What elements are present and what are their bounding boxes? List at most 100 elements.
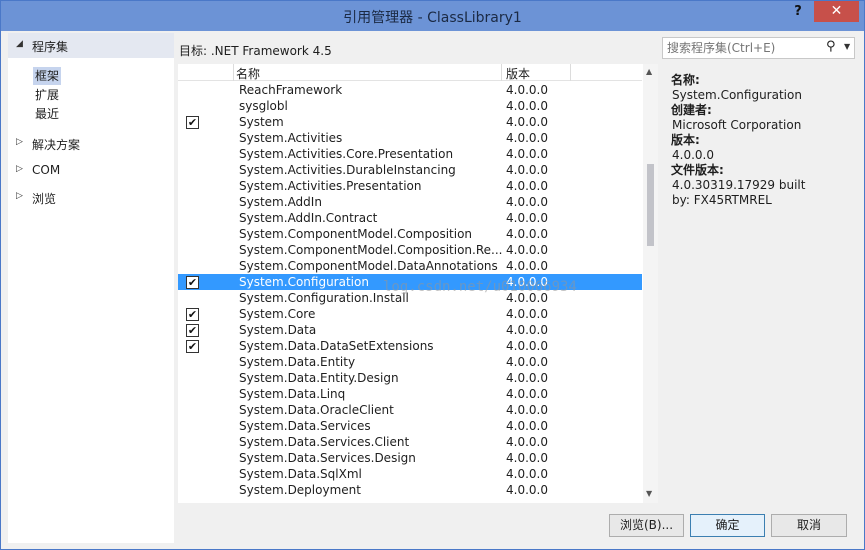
- table-row[interactable]: System.Data.Linq 4.0.0.0: [178, 386, 642, 402]
- assembly-version: 4.0.0.0: [506, 179, 548, 193]
- detail-creator-label: 创建者:: [671, 103, 712, 117]
- table-row[interactable]: System.ComponentModel.DataAnnotations 4.0…: [178, 258, 642, 274]
- assembly-version: 4.0.0.0: [506, 195, 548, 209]
- table-row[interactable]: System.Data.Services.Client 4.0.0.0: [178, 434, 642, 450]
- column-header-name[interactable]: 名称: [236, 65, 260, 82]
- assembly-name: System.Core: [239, 307, 316, 321]
- nav-item-label: 解决方案: [32, 138, 81, 152]
- assembly-version: 4.0.0.0: [506, 371, 548, 385]
- table-row[interactable]: System.Data.OracleClient 4.0.0.0: [178, 402, 642, 418]
- column-divider: [501, 64, 502, 81]
- checkbox[interactable]: ✔: [186, 340, 199, 353]
- assembly-version: 4.0.0.0: [506, 243, 548, 257]
- assembly-name: System.Data.Services: [239, 419, 371, 433]
- cancel-button[interactable]: 取消: [771, 514, 847, 537]
- assembly-version: 4.0.0.0: [506, 227, 548, 241]
- assembly-name: System.ComponentModel.Composition.Re...: [239, 243, 503, 257]
- nav-item-label: 程序集: [32, 40, 69, 54]
- table-row[interactable]: System.Data.SqlXml 4.0.0.0: [178, 466, 642, 482]
- column-header-version[interactable]: 版本: [506, 65, 530, 82]
- detail-version-value: 4.0.0.0: [672, 148, 714, 162]
- table-row[interactable]: System.Activities.Core.Presentation 4.0.0…: [178, 146, 642, 162]
- details-panel: 名称: System.Configuration 创建者: Microsoft …: [671, 73, 856, 208]
- table-row[interactable]: System.Activities.Presentation 4.0.0.0: [178, 178, 642, 194]
- table-row[interactable]: System.Data.Entity.Design 4.0.0.0: [178, 370, 642, 386]
- assembly-version: 4.0.0.0: [506, 99, 548, 113]
- table-row[interactable]: System.AddIn.Contract 4.0.0.0: [178, 210, 642, 226]
- assembly-version: 4.0.0.0: [506, 115, 548, 129]
- scroll-up-icon[interactable]: ▲: [646, 67, 652, 76]
- assembly-name: System.ComponentModel.DataAnnotations: [239, 259, 498, 273]
- table-row[interactable]: System.Data.Entity 4.0.0.0: [178, 354, 642, 370]
- column-divider: [233, 64, 234, 81]
- checkbox[interactable]: ✔: [186, 116, 199, 129]
- vertical-scrollbar[interactable]: ▲ ▼: [643, 64, 658, 503]
- assembly-version: 4.0.0.0: [506, 211, 548, 225]
- assembly-name: System.Data.DataSetExtensions: [239, 339, 434, 353]
- table-row[interactable]: ReachFramework 4.0.0.0: [178, 82, 642, 98]
- assembly-name: System.Data: [239, 323, 317, 337]
- browse-button[interactable]: 浏览(B)...: [609, 514, 684, 537]
- help-button[interactable]: ?: [787, 4, 809, 24]
- column-divider: [570, 64, 571, 81]
- table-row[interactable]: System.Data.Services 4.0.0.0: [178, 418, 642, 434]
- assembly-version: 4.0.0.0: [506, 419, 548, 433]
- table-row[interactable]: ✔ System.Core 4.0.0.0: [178, 306, 642, 322]
- left-nav: ◢ 程序集 框架 扩展 最近 ▷ 解决方案 ▷ COM ▷ 浏览: [8, 33, 174, 543]
- search-icon[interactable]: ⚲: [826, 39, 836, 54]
- table-row[interactable]: System.AddIn 4.0.0.0: [178, 194, 642, 210]
- table-row[interactable]: System.ComponentModel.Composition.Re... 4…: [178, 242, 642, 258]
- table-row[interactable]: System.Data.Services.Design 4.0.0.0: [178, 450, 642, 466]
- table-row[interactable]: ✔ System.Data.DataSetExtensions 4.0.0.0: [178, 338, 642, 354]
- nav-item-browse[interactable]: ▷ 浏览: [8, 188, 174, 208]
- detail-name-label: 名称:: [671, 73, 700, 87]
- assembly-name: System.Data.Linq: [239, 387, 346, 401]
- nav-sub-framework[interactable]: 框架: [33, 67, 62, 85]
- assembly-name: System.Activities.Core.Presentation: [239, 147, 454, 161]
- assembly-version: 4.0.0.0: [506, 83, 548, 97]
- title-bar[interactable]: 引用管理器 - ClassLibrary1 ? ✕: [1, 1, 864, 31]
- checkbox[interactable]: ✔: [186, 324, 199, 337]
- table-row[interactable]: ✔ System.Data 4.0.0.0: [178, 322, 642, 338]
- detail-version-label: 版本:: [671, 133, 700, 147]
- checkbox[interactable]: ✔: [186, 276, 199, 289]
- detail-file-version-value: 4.0.30319.17929 built by: FX45RTMREL: [672, 178, 806, 207]
- assembly-name: System.Data.Entity: [239, 355, 356, 369]
- table-row[interactable]: sysglobl 4.0.0.0: [178, 98, 642, 114]
- table-row[interactable]: System.ComponentModel.Composition 4.0.0.0: [178, 226, 642, 242]
- ok-button[interactable]: 确定: [690, 514, 765, 537]
- assembly-version: 4.0.0.0: [506, 323, 548, 337]
- search-box[interactable]: ⚲ ▼: [662, 37, 855, 59]
- nav-item-label: COM: [32, 163, 61, 177]
- assembly-name: System.ComponentModel.Composition: [239, 227, 473, 241]
- assembly-name: System.AddIn: [239, 195, 322, 209]
- close-button[interactable]: ✕: [814, 1, 859, 22]
- nav-item-label: 浏览: [32, 192, 57, 206]
- collapsed-arrow-icon: ▷: [16, 164, 23, 174]
- scroll-down-icon[interactable]: ▼: [646, 489, 652, 498]
- search-input[interactable]: [667, 40, 817, 56]
- assembly-version: 4.0.0.0: [506, 355, 548, 369]
- assembly-name: System.Data.Entity.Design: [239, 371, 399, 385]
- assembly-version: 4.0.0.0: [506, 307, 548, 321]
- target-framework-label: 目标: .NET Framework 4.5: [179, 44, 332, 58]
- table-row[interactable]: ✔ System 4.0.0.0: [178, 114, 642, 130]
- assembly-name: ReachFramework: [239, 83, 343, 97]
- checkbox[interactable]: ✔: [186, 308, 199, 321]
- expanded-arrow-icon: ◢: [16, 39, 23, 49]
- assembly-name: System.Activities: [239, 131, 343, 145]
- nav-sub-recent[interactable]: 最近: [35, 105, 59, 123]
- scroll-thumb[interactable]: [647, 164, 654, 246]
- table-row[interactable]: System.Deployment 4.0.0.0: [178, 482, 642, 498]
- nav-sub-extensions[interactable]: 扩展: [35, 86, 59, 104]
- assembly-version: 4.0.0.0: [506, 483, 548, 497]
- chevron-down-icon[interactable]: ▼: [844, 42, 850, 51]
- assembly-name: System.Data.OracleClient: [239, 403, 394, 417]
- assembly-name: System: [239, 115, 284, 129]
- nav-item-assemblies[interactable]: ◢ 程序集: [8, 33, 174, 58]
- table-row[interactable]: System.Activities 4.0.0.0: [178, 130, 642, 146]
- nav-item-com[interactable]: ▷ COM: [8, 161, 174, 181]
- nav-item-solution[interactable]: ▷ 解决方案: [8, 134, 174, 154]
- table-row[interactable]: System.Activities.DurableInstancing 4.0.0…: [178, 162, 642, 178]
- list-header: 名称 版本: [178, 64, 642, 81]
